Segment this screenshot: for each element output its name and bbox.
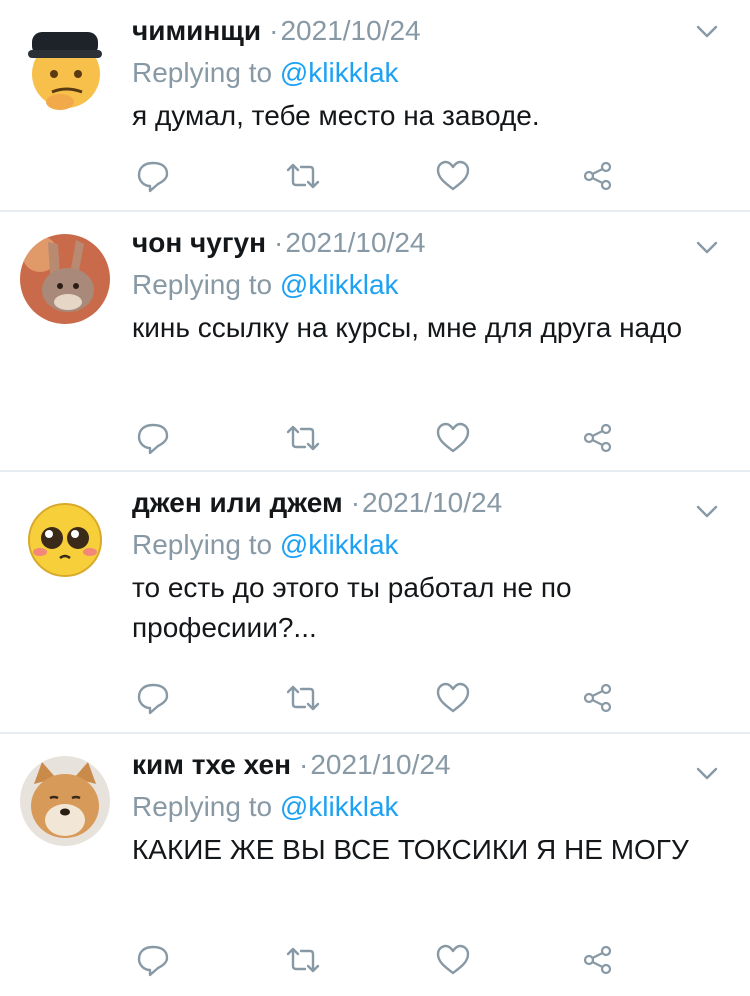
reply-icon — [137, 683, 169, 715]
retweet-button[interactable] — [283, 156, 323, 196]
action-bar — [0, 940, 750, 980]
reply-button[interactable] — [133, 940, 173, 980]
shiba-dog-avatar — [20, 756, 110, 846]
like-icon — [436, 422, 470, 453]
share-button[interactable] — [578, 678, 618, 718]
like-icon — [436, 682, 470, 713]
tweet[interactable]: чиминщи ·2021/10/24 Replying to @klikklak… — [0, 0, 750, 212]
retweet-icon — [286, 163, 320, 189]
mention-link[interactable]: @klikklak — [280, 269, 399, 300]
mention-link[interactable]: @klikklak — [280, 57, 399, 88]
tweet-header: чиминщи ·2021/10/24 — [132, 14, 421, 48]
pleading-face-avatar — [20, 494, 110, 584]
retweet-icon — [286, 947, 320, 973]
like-icon — [436, 944, 470, 975]
avatar[interactable] — [20, 494, 110, 584]
replying-label: Replying to — [132, 57, 273, 88]
tweet-text: я думал, тебе место на заводе. — [132, 100, 540, 131]
replying-to: Replying to @klikklak — [132, 528, 399, 562]
tweet-text: то есть до этого ты работал не по профес… — [132, 572, 572, 643]
separator: · — [274, 227, 284, 258]
tweet[interactable]: чон чугун ·2021/10/24 Replying to @klikkl… — [0, 212, 750, 472]
avatar[interactable] — [20, 22, 110, 112]
mention-link[interactable]: @klikklak — [280, 791, 399, 822]
share-icon — [583, 945, 612, 975]
retweet-button[interactable] — [283, 678, 323, 718]
tweet-date[interactable]: 2021/10/24 — [280, 15, 420, 46]
chevron-down-icon[interactable] — [694, 498, 720, 524]
replying-to: Replying to @klikklak — [132, 790, 399, 824]
tweet-date[interactable]: 2021/10/24 — [285, 227, 425, 258]
share-icon — [583, 161, 612, 191]
reply-icon — [137, 423, 169, 455]
thinking-emoji-avatar — [20, 22, 110, 112]
retweet-button[interactable] — [283, 940, 323, 980]
replying-label: Replying to — [132, 529, 273, 560]
author-name[interactable]: чиминщи — [132, 15, 261, 46]
action-bar — [0, 418, 750, 458]
reply-icon — [137, 161, 169, 193]
author-name[interactable]: ким тхе хен — [132, 749, 291, 780]
mention-link[interactable]: @klikklak — [280, 529, 399, 560]
chevron-down-icon[interactable] — [694, 760, 720, 786]
separator: · — [269, 15, 279, 46]
retweet-icon — [286, 685, 320, 711]
chevron-down-icon[interactable] — [694, 234, 720, 260]
action-bar — [0, 156, 750, 196]
avatar[interactable] — [20, 234, 110, 324]
action-bar — [0, 678, 750, 718]
share-button[interactable] — [578, 418, 618, 458]
tweet-header: чон чугун ·2021/10/24 — [132, 226, 426, 260]
avatar[interactable] — [20, 756, 110, 846]
replying-to: Replying to @klikklak — [132, 56, 399, 90]
replying-label: Replying to — [132, 791, 273, 822]
reply-button[interactable] — [133, 678, 173, 718]
replying-to: Replying to @klikklak — [132, 268, 399, 302]
tweet-header: джен или джем ·2021/10/24 — [132, 486, 502, 520]
tweet[interactable]: джен или джем ·2021/10/24 Replying to @kl… — [0, 472, 750, 734]
retweet-button[interactable] — [283, 418, 323, 458]
like-button[interactable] — [433, 678, 473, 718]
chevron-down-icon[interactable] — [694, 18, 720, 44]
share-icon — [583, 683, 612, 713]
reply-icon — [137, 945, 169, 977]
tweet-date[interactable]: 2021/10/24 — [362, 487, 502, 518]
replying-label: Replying to — [132, 269, 273, 300]
reply-button[interactable] — [133, 156, 173, 196]
tweet[interactable]: ким тхе хен ·2021/10/24 Replying to @klik… — [0, 734, 750, 996]
like-button[interactable] — [433, 418, 473, 458]
tweet-header: ким тхе хен ·2021/10/24 — [132, 748, 451, 782]
author-name[interactable]: джен или джем — [132, 487, 343, 518]
share-button[interactable] — [578, 156, 618, 196]
tweet-date[interactable]: 2021/10/24 — [310, 749, 450, 780]
retweet-icon — [286, 425, 320, 451]
like-button[interactable] — [433, 940, 473, 980]
like-button[interactable] — [433, 156, 473, 196]
share-icon — [583, 423, 612, 453]
tweet-text: кинь ссылку на курсы, мне для друга надо — [132, 312, 683, 343]
bunny-avatar — [20, 234, 110, 324]
reply-button[interactable] — [133, 418, 173, 458]
separator: · — [299, 749, 309, 780]
separator: · — [350, 487, 361, 518]
author-name[interactable]: чон чугун — [132, 227, 266, 258]
tweet-text: КАКИЕ ЖЕ ВЫ ВСЕ ТОКСИКИ Я НЕ МОГУ — [132, 834, 689, 865]
like-icon — [436, 160, 470, 191]
share-button[interactable] — [578, 940, 618, 980]
